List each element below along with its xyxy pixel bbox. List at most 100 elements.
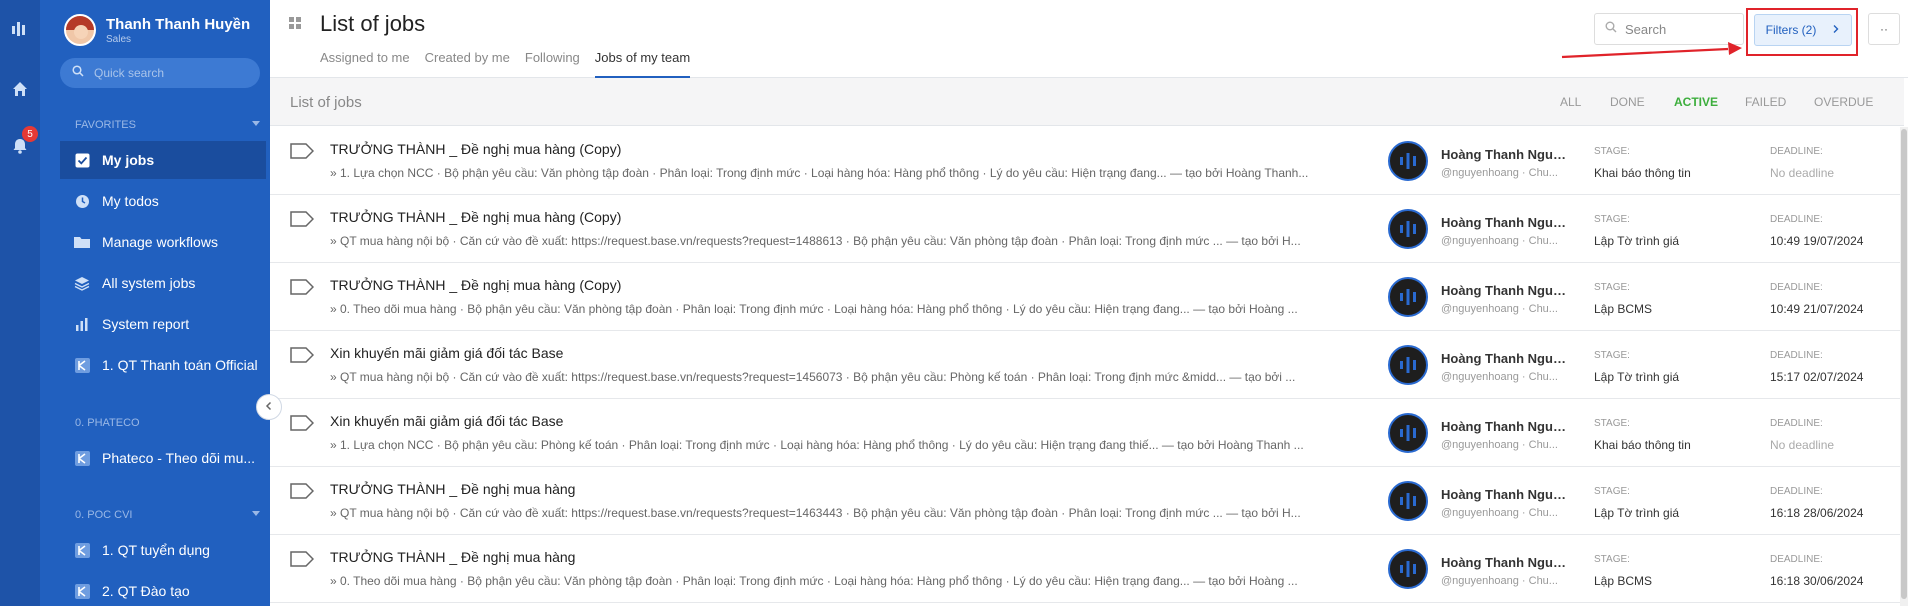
job-row[interactable]: TRƯỞNG THÀNH _ Đề nghị mua hàng (Copy) »… [270, 195, 1904, 263]
status-filter-overdue[interactable]: OVERDUE [1814, 95, 1873, 109]
quick-search-input[interactable] [94, 66, 244, 80]
page-header: List of jobs Assigned to me Created by m… [270, 0, 1908, 78]
tab-created-by-me[interactable]: Created by me [425, 50, 510, 78]
job-title[interactable]: TRƯỞNG THÀNH _ Đề nghị mua hàng [330, 549, 575, 565]
phateco-section-label[interactable]: 0. PHATECO [75, 417, 265, 429]
list-toolbar: List of jobs ALL DONE ACTIVE FAILED OVER… [270, 78, 1904, 126]
apps-grid-icon[interactable] [289, 17, 302, 35]
tag-icon[interactable] [290, 347, 315, 368]
app: 5 Thanh Thanh Huyền Sales FAVORITES My j… [0, 0, 1908, 606]
tag-icon[interactable] [290, 143, 315, 164]
clock-icon [74, 193, 90, 209]
avatar [64, 14, 96, 46]
status-filter-active[interactable]: ACTIVE [1674, 95, 1718, 109]
search-input[interactable] [1625, 21, 1735, 37]
job-tabs: Assigned to me Created by me Following J… [320, 50, 705, 78]
list-scrollbar[interactable] [1900, 127, 1908, 606]
tab-assigned-to-me[interactable]: Assigned to me [320, 50, 410, 78]
sidebar-item-label: All system jobs [102, 275, 196, 291]
job-row[interactable]: TRƯỞNG THÀNH _ Đề nghị mua hàng » 0. The… [270, 535, 1904, 603]
filters-button[interactable]: Filters (2) [1754, 14, 1852, 46]
stage-label: STAGE: [1594, 554, 1630, 565]
stage-label: STAGE: [1594, 486, 1630, 497]
status-filter-all[interactable]: ALL [1560, 95, 1581, 109]
user-name: Thanh Thanh Huyền [106, 15, 251, 33]
home-icon[interactable] [0, 80, 40, 98]
sidebar-item-label: 2. QT Đào tạo [102, 583, 190, 599]
assignee-avatar[interactable] [1388, 413, 1428, 453]
quick-search[interactable] [60, 58, 260, 88]
job-description: » QT mua hàng nội bộ · Căn cứ vào đề xuấ… [330, 370, 1296, 384]
status-filter-done[interactable]: DONE [1610, 95, 1645, 109]
notification-badge: 5 [22, 126, 38, 142]
assignee-name: Hoàng Thanh Nguy... [1441, 215, 1569, 230]
sidebar-item-all-system-jobs[interactable]: All system jobs [60, 264, 266, 302]
assignee-avatar[interactable] [1388, 277, 1428, 317]
job-title[interactable]: TRƯỞNG THÀNH _ Đề nghị mua hàng [330, 481, 575, 497]
sidebar-item-system-report[interactable]: System report [60, 305, 266, 343]
deadline-value: 10:49 21/07/2024 [1770, 302, 1864, 316]
favorites-section-label[interactable]: FAVORITES [75, 119, 265, 131]
deadline-value: No deadline [1770, 166, 1835, 180]
page-title: List of jobs [320, 11, 426, 36]
tab-following[interactable]: Following [525, 50, 580, 78]
job-row[interactable]: TRƯỞNG THÀNH _ Đề nghị mua hàng » QT mua… [270, 467, 1904, 535]
sidebar-item-label: 1. QT Thanh toán Official [102, 357, 258, 373]
assignee-avatar[interactable] [1388, 481, 1428, 521]
job-title[interactable]: TRƯỞNG THÀNH _ Đề nghị mua hàng (Copy) [330, 141, 621, 157]
stage-label: STAGE: [1594, 418, 1630, 429]
job-title[interactable]: Xin khuyến mãi giảm giá đối tác Base [330, 413, 563, 429]
deadline-value: 15:17 02/07/2024 [1770, 370, 1864, 384]
assignee-avatar[interactable] [1388, 209, 1428, 249]
deadline-value: 10:49 19/07/2024 [1770, 234, 1864, 248]
assignee-handle: @nguyenhoang · Chu... [1441, 167, 1558, 179]
stage-value: Lập Tờ trình giá [1594, 370, 1680, 384]
scrollbar-thumb[interactable] [1901, 129, 1907, 599]
sidebar-item-qt-thanh-toan[interactable]: 1. QT Thanh toán Official [60, 346, 266, 384]
stage-value: Lập Tờ trình giá [1594, 506, 1680, 520]
chevron-left-icon [264, 398, 274, 416]
sidebar-item-manage-workflows[interactable]: Manage workflows [60, 223, 266, 261]
job-title[interactable]: Xin khuyến mãi giảm giá đối tác Base [330, 345, 563, 361]
assignee-name: Hoàng Thanh Nguy... [1441, 351, 1569, 366]
stage-value: Khai báo thông tin [1594, 166, 1691, 180]
search-box[interactable] [1594, 13, 1744, 45]
assignee-avatar[interactable] [1388, 549, 1428, 589]
job-description: » 0. Theo dõi mua hàng · Bộ phận yêu cầu… [330, 574, 1298, 588]
workflow-icon [74, 450, 90, 466]
stage-label: STAGE: [1594, 350, 1630, 361]
status-filter-failed[interactable]: FAILED [1745, 95, 1786, 109]
assignee-avatar[interactable] [1388, 141, 1428, 181]
user-role: Sales [106, 33, 132, 45]
job-title[interactable]: TRƯỞNG THÀNH _ Đề nghị mua hàng (Copy) [330, 277, 621, 293]
sidebar-item-phateco[interactable]: Phateco - Theo dõi mu... [60, 439, 266, 477]
tag-icon[interactable] [290, 211, 315, 232]
tag-icon[interactable] [290, 415, 315, 436]
tag-icon[interactable] [290, 279, 315, 300]
app-rail: 5 [0, 0, 40, 606]
sidebar-item-my-todos[interactable]: My todos [60, 182, 266, 220]
sidebar-item-label: Phateco - Theo dõi mu... [102, 450, 256, 466]
job-row[interactable]: Xin khuyến mãi giảm giá đối tác Base » 1… [270, 399, 1904, 467]
deadline-label: DEADLINE: [1770, 214, 1823, 225]
job-description: » 1. Lựa chọn NCC · Bộ phận yêu cầu: Phò… [330, 438, 1304, 452]
assignee-avatar[interactable] [1388, 345, 1428, 385]
job-row[interactable]: TRƯỞNG THÀNH _ Đề nghị mua hàng (Copy) »… [270, 263, 1904, 331]
sidebar-item-my-jobs[interactable]: My jobs [60, 141, 266, 179]
collapse-sidebar-button[interactable] [256, 394, 282, 420]
tab-jobs-of-my-team[interactable]: Jobs of my team [594, 50, 691, 78]
job-title[interactable]: TRƯỞNG THÀNH _ Đề nghị mua hàng (Copy) [330, 209, 621, 225]
job-description: » 0. Theo dõi mua hàng · Bộ phận yêu cầu… [330, 302, 1298, 316]
tag-icon[interactable] [290, 483, 315, 504]
more-options-button[interactable]: ·· [1868, 13, 1900, 45]
chevron-down-icon [252, 511, 260, 516]
sidebar-item-qt-dao-tao[interactable]: 2. QT Đào tạo [60, 572, 266, 606]
app-logo-icon[interactable] [0, 20, 40, 38]
user-profile[interactable]: Thanh Thanh Huyền Sales [64, 14, 250, 46]
bar-chart-icon [74, 316, 90, 332]
tag-icon[interactable] [290, 551, 315, 572]
sidebar-item-qt-tuyen-dung[interactable]: 1. QT tuyển dụng [60, 531, 266, 569]
job-row[interactable]: TRƯỞNG THÀNH _ Đề nghị mua hàng (Copy) »… [270, 127, 1904, 195]
job-row[interactable]: Xin khuyến mãi giảm giá đối tác Base » Q… [270, 331, 1904, 399]
poc-cvi-section-label[interactable]: 0. POC CVI [75, 509, 265, 521]
